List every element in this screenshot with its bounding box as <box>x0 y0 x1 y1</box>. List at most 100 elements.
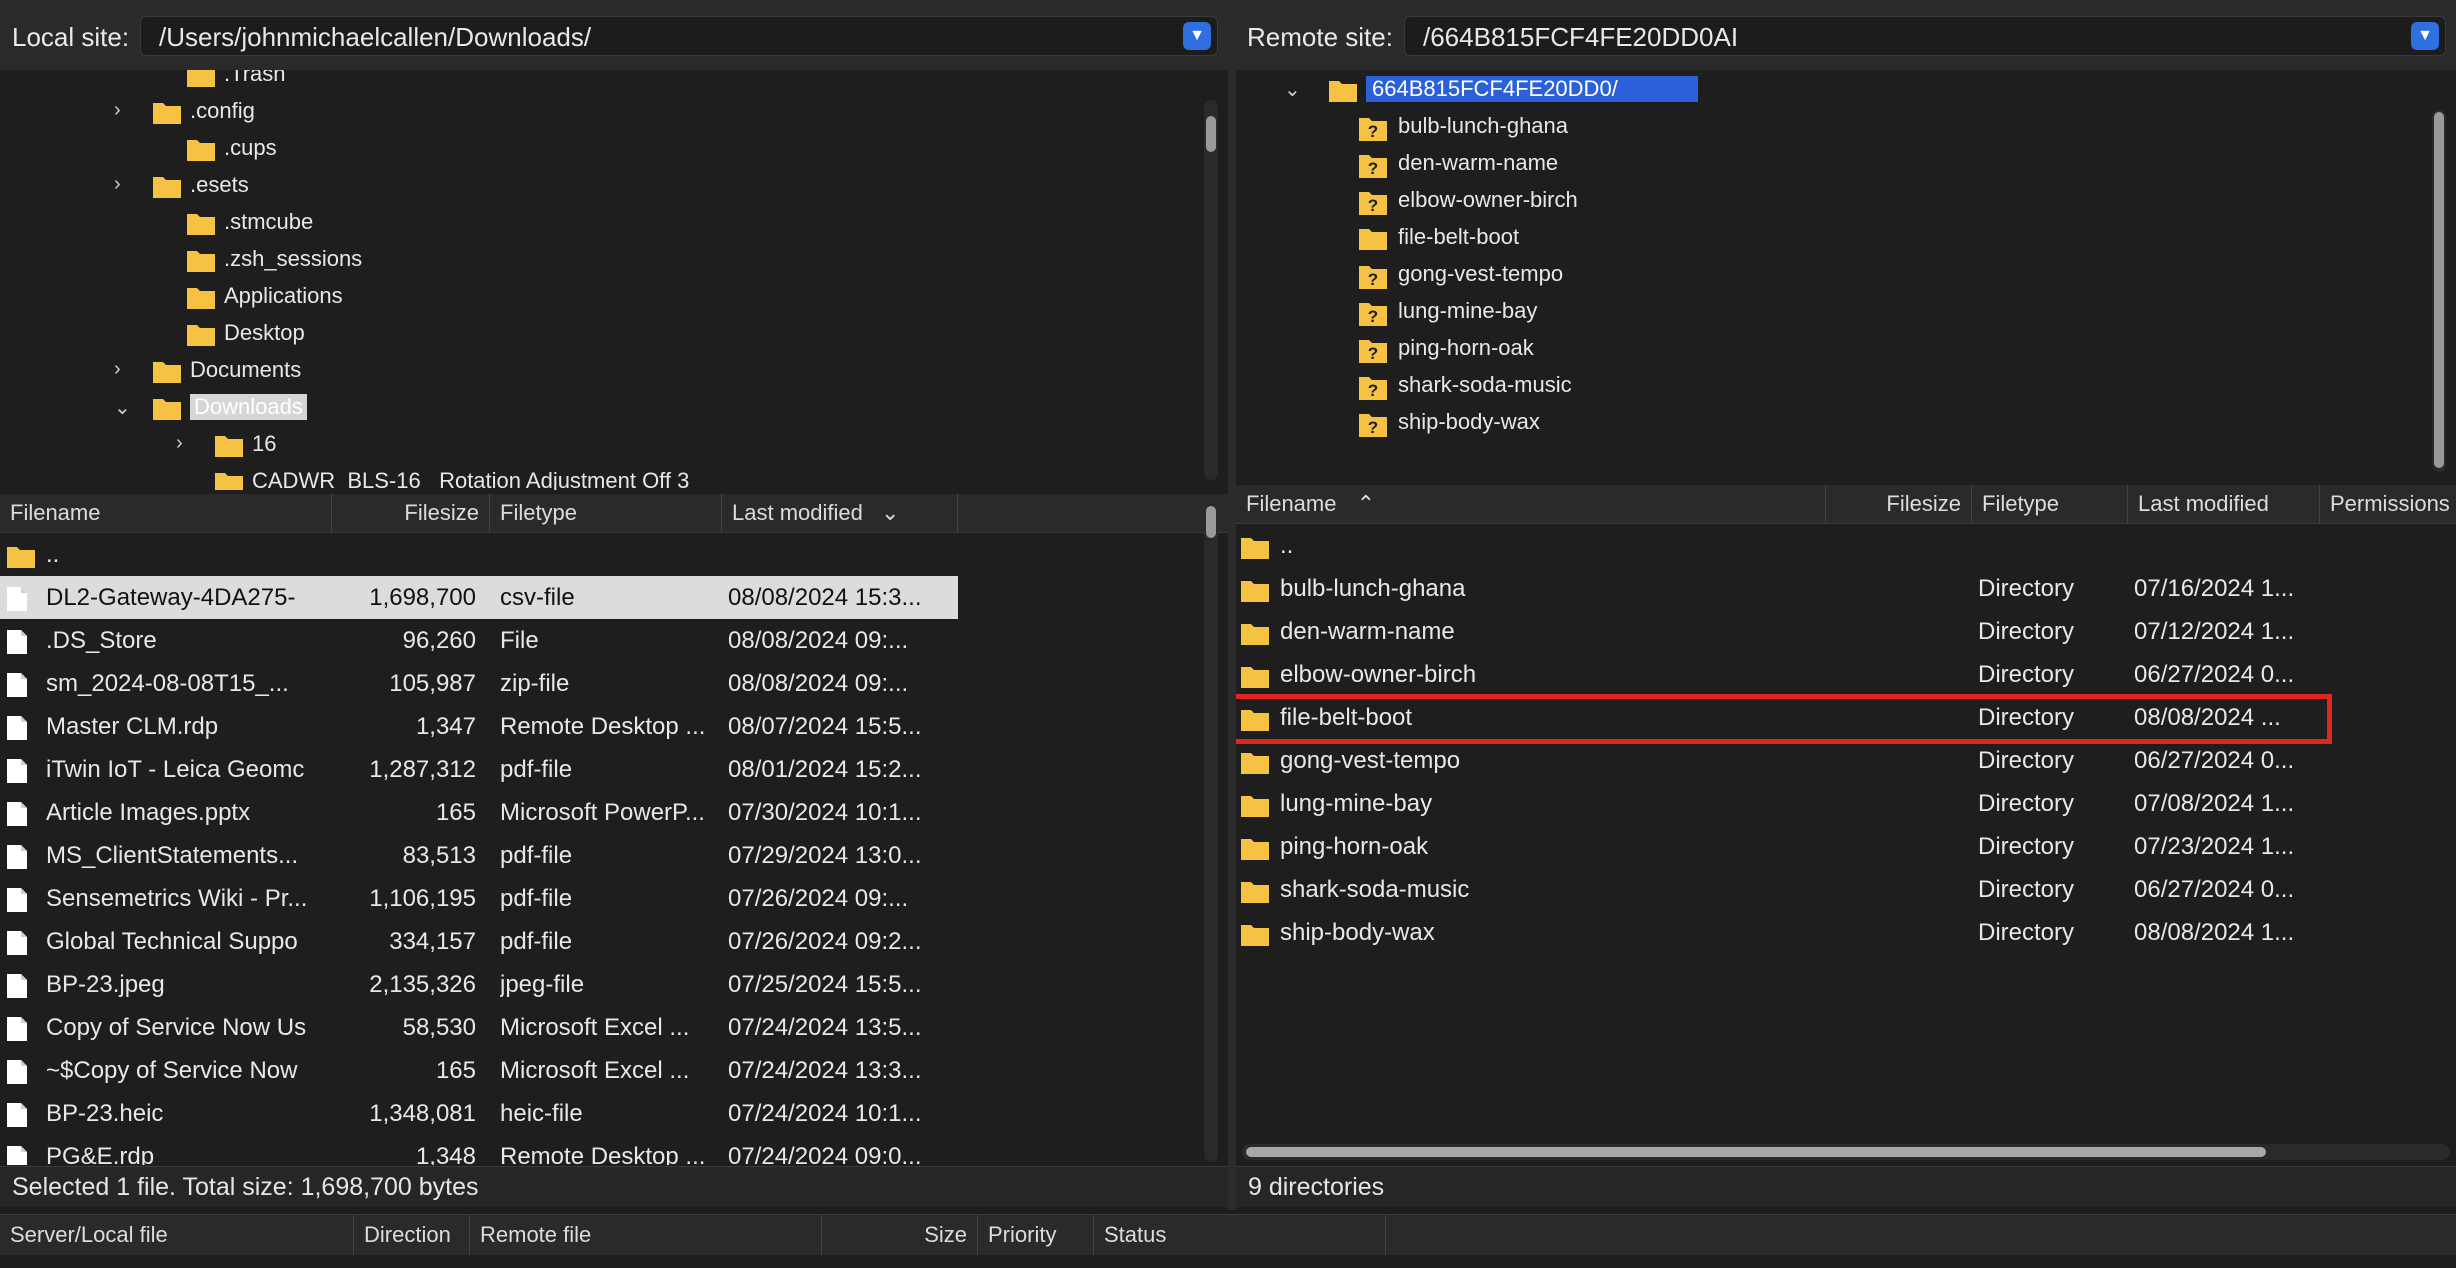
remote-pane: Remote site: /664B815FCF4FE20DD0AI ▼ ⌄ 6… <box>1236 0 2456 1210</box>
table-row[interactable]: PG&E.rdp 1,348 Remote Desktop ... 07/24/202… <box>0 1135 958 1165</box>
filesize-cell <box>1826 739 1966 782</box>
table-row[interactable]: shark-soda-music Directory 06/27/2024 0... <box>1236 868 2456 911</box>
filesize-cell <box>332 533 476 576</box>
remote-site-path-combo[interactable]: /664B815FCF4FE20DD0AI ▼ <box>1404 16 2446 56</box>
remote-site-path[interactable]: /664B815FCF4FE20DD0AI <box>1423 22 1738 53</box>
local-file-list[interactable]: .. DL2-Gateway-4DA275- 1,698,700 csv-file 08… <box>0 533 1228 1165</box>
queue-column-remote-file[interactable]: Remote file <box>470 1215 822 1255</box>
chevron-right-icon[interactable]: › <box>114 358 134 381</box>
table-row[interactable]: ship-body-wax Directory 08/08/2024 1... <box>1236 911 2456 954</box>
local-list-scrollbar[interactable] <box>1204 502 1218 1162</box>
local-site-path[interactable]: /Users/johnmichaelcallen/Downloads/ <box>159 22 591 53</box>
table-row[interactable]: Global Technical Suppo 334,157 pdf-file 07/… <box>0 920 958 963</box>
remote-tree-item[interactable]: file-belt-boot <box>1236 219 2416 256</box>
local-tree-item[interactable]: › .config <box>0 93 1190 130</box>
folder-icon <box>186 321 216 354</box>
table-row[interactable]: DL2-Gateway-4DA275- 1,698,700 csv-file 08/0… <box>0 576 958 619</box>
column-header-filesize[interactable]: Filesize <box>1826 485 1972 523</box>
remote-directory-tree[interactable]: ⌄ 664B815FCF4FE20DD0/ ? bulb-lunch-ghana?… <box>1236 70 2456 476</box>
queue-column-server-local-file[interactable]: Server/Local file <box>0 1215 354 1255</box>
folder-icon <box>214 432 244 465</box>
local-tree-item[interactable]: › .esets <box>0 167 1190 204</box>
remote-tree-root[interactable]: ⌄ 664B815FCF4FE20DD0/ <box>1236 71 2436 108</box>
column-header-filetype[interactable]: Filetype <box>1972 485 2128 523</box>
remote-file-list[interactable]: .. bulb-lunch-ghana Directory 07/16/2024 1.… <box>1236 524 2456 1134</box>
remote-tree-scrollbar[interactable] <box>2432 110 2446 472</box>
local-tree-item[interactable]: › Documents <box>0 352 1190 389</box>
table-row[interactable]: .. <box>0 533 958 576</box>
chevron-down-icon[interactable]: ⌄ <box>114 395 134 420</box>
remote-list-horizontal-scrollbar[interactable] <box>1242 1144 2450 1160</box>
scrollbar-thumb[interactable] <box>2434 112 2444 468</box>
queue-column-size[interactable]: Size <box>822 1215 978 1255</box>
pane-divider[interactable] <box>1228 0 1236 1210</box>
table-row[interactable]: Copy of Service Now Us 58,530 Microsoft Ex… <box>0 1006 958 1049</box>
scrollbar-thumb[interactable] <box>1206 506 1216 538</box>
table-row[interactable]: BP-23.jpeg 2,135,326 jpeg-file 07/25/2024 1… <box>0 963 958 1006</box>
scrollbar-thumb[interactable] <box>1206 116 1216 152</box>
table-row[interactable]: .DS_Store 96,260 File 08/08/2024 09:... <box>0 619 958 662</box>
remote-tree-item[interactable]: ? den-warm-name <box>1236 145 2416 182</box>
queue-column-status[interactable]: Status <box>1094 1215 1386 1255</box>
chevron-right-icon[interactable]: › <box>114 99 134 122</box>
column-header-filename[interactable]: Filename <box>0 494 332 532</box>
chevron-down-icon[interactable]: ▼ <box>1183 22 1211 50</box>
table-row[interactable]: Article Images.pptx 165 Microsoft PowerP..… <box>0 791 958 834</box>
folder-icon <box>1240 835 1270 868</box>
chevron-down-icon[interactable]: ⌄ <box>1284 77 1304 102</box>
filesize-cell <box>1826 868 1966 911</box>
local-tree-item[interactable]: Desktop <box>0 315 1190 352</box>
queue-column-priority[interactable]: Priority <box>978 1215 1094 1255</box>
queue-column-direction[interactable]: Direction <box>354 1215 470 1255</box>
table-row[interactable]: lung-mine-bay Directory 07/08/2024 1... <box>1236 782 2456 825</box>
remote-tree-item[interactable]: ? gong-vest-tempo <box>1236 256 2416 293</box>
local-tree-item[interactable]: CADWR_BLS-16_ Rotation Adjustment Off 3 <box>0 463 1190 490</box>
local-tree-scrollbar[interactable] <box>1204 100 1218 480</box>
last-modified-cell: 07/24/2024 10:1... <box>728 1100 922 1127</box>
table-row[interactable]: .. <box>1236 524 2456 567</box>
table-row[interactable]: ~$Copy of Service Now 165 Microsoft Excel … <box>0 1049 958 1092</box>
table-row[interactable]: elbow-owner-birch Directory 06/27/2024 0..… <box>1236 653 2456 696</box>
column-header-filetype[interactable]: Filetype <box>490 494 722 532</box>
local-tree-item[interactable]: › 16 <box>0 426 1190 463</box>
local-tree-item[interactable]: ⌄ Downloads <box>0 389 1190 426</box>
table-row[interactable]: iTwin IoT - Leica Geomc 1,287,312 pdf-file… <box>0 748 958 791</box>
remote-tree-item[interactable]: ? lung-mine-bay <box>1236 293 2416 330</box>
table-row[interactable]: Master CLM.rdp 1,347 Remote Desktop ... 08/… <box>0 705 958 748</box>
remote-tree-item[interactable]: ? ship-body-wax <box>1236 404 2416 441</box>
table-row[interactable]: den-warm-name Directory 07/12/2024 1... <box>1236 610 2456 653</box>
transfer-queue-list[interactable] <box>0 1255 2456 1268</box>
table-row[interactable]: BP-23.heic 1,348,081 heic-file 07/24/2024 1… <box>0 1092 958 1135</box>
column-header-permissions[interactable]: Permissions <box>2320 485 2456 523</box>
table-row[interactable]: gong-vest-tempo Directory 06/27/2024 0... <box>1236 739 2456 782</box>
chevron-right-icon[interactable]: › <box>114 173 134 196</box>
local-tree-item[interactable]: .zsh_sessions <box>0 241 1190 278</box>
table-row[interactable]: Sensemetrics Wiki - Pr... 1,106,195 pdf-fi… <box>0 877 958 920</box>
filesize-cell: 83,513 <box>402 842 476 869</box>
table-row[interactable]: sm_2024-08-08T15_... 105,987 zip-file 08/08… <box>0 662 958 705</box>
local-directory-tree[interactable]: .Trash › .config .cups › .esets .stmcube .zsh_s… <box>0 70 1228 490</box>
column-header-last-modified[interactable]: Last modified <box>2128 485 2320 523</box>
remote-tree-item[interactable]: ? shark-soda-music <box>1236 367 2416 404</box>
file-icon <box>6 930 28 963</box>
chevron-down-icon[interactable]: ▼ <box>2411 22 2439 50</box>
table-row[interactable]: ping-horn-oak Directory 07/23/2024 1... <box>1236 825 2456 868</box>
column-header-filename[interactable]: Filename ⌃ <box>1236 485 1826 523</box>
table-row[interactable]: file-belt-boot Directory 08/08/2024 ... <box>1236 696 2456 739</box>
scrollbar-thumb[interactable] <box>1246 1147 2266 1157</box>
chevron-right-icon[interactable]: › <box>176 432 196 455</box>
local-tree-item[interactable]: .Trash <box>0 70 1190 93</box>
column-header-filesize[interactable]: Filesize <box>332 494 490 532</box>
filename-cell: Sensemetrics Wiki - Pr... <box>46 885 308 912</box>
remote-tree-item[interactable]: ? bulb-lunch-ghana <box>1236 108 2416 145</box>
local-tree-item-label: CADWR_BLS-16_ Rotation Adjustment Off 3 <box>252 468 690 490</box>
column-header-last-modified[interactable]: Last modified ⌄ <box>722 494 958 532</box>
local-tree-item[interactable]: .cups <box>0 130 1190 167</box>
remote-tree-item[interactable]: ? ping-horn-oak <box>1236 330 2416 367</box>
table-row[interactable]: bulb-lunch-ghana Directory 07/16/2024 1... <box>1236 567 2456 610</box>
local-tree-item[interactable]: Applications <box>0 278 1190 315</box>
local-site-path-combo[interactable]: /Users/johnmichaelcallen/Downloads/ ▼ <box>140 16 1218 56</box>
remote-tree-item[interactable]: ? elbow-owner-birch <box>1236 182 2416 219</box>
local-tree-item[interactable]: .stmcube <box>0 204 1190 241</box>
table-row[interactable]: MS_ClientStatements... 83,513 pdf-file 07/2… <box>0 834 958 877</box>
